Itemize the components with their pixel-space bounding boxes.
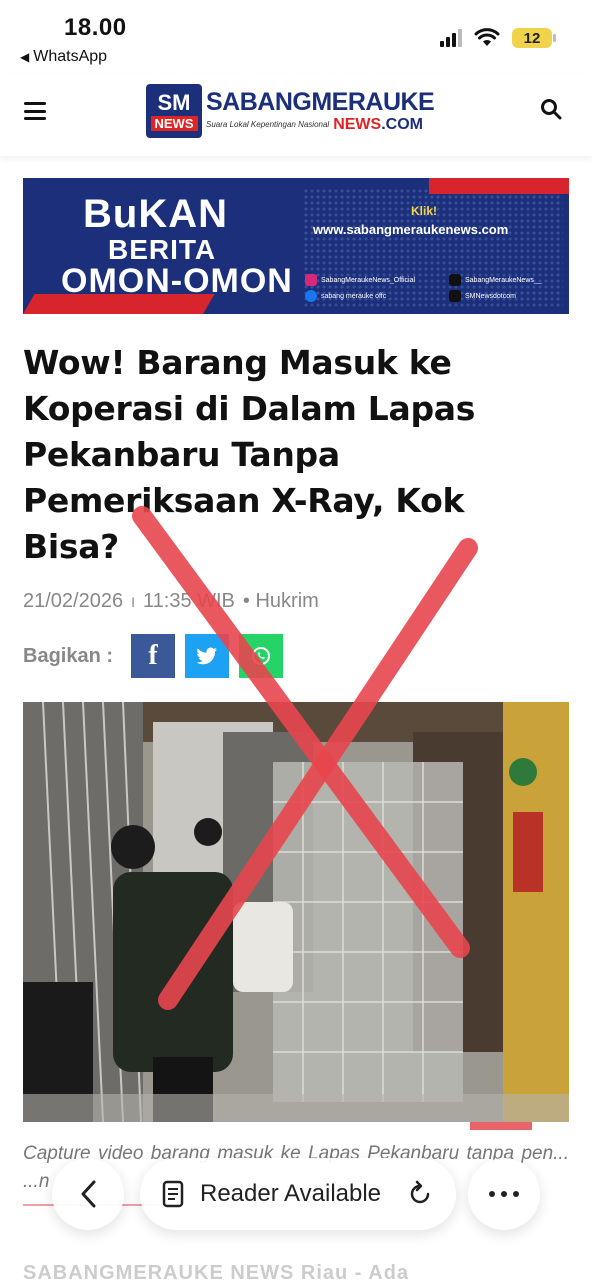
- share-facebook-button[interactable]: f: [131, 634, 175, 678]
- photo-accent-bar: [470, 1122, 532, 1130]
- facebook-icon: f: [148, 640, 158, 671]
- banner-line-3: OMON-OMON: [61, 262, 293, 300]
- share-bar: Bagikan : f: [23, 634, 283, 678]
- more-icon: [489, 1191, 519, 1197]
- article-category[interactable]: • Hukrim: [243, 590, 319, 613]
- banner-klik: Klik!: [411, 204, 438, 218]
- article-headline: Wow! Barang Masuk ke Koperasi di Dalam L…: [23, 343, 476, 566]
- reader-label: Reader Available: [200, 1180, 382, 1207]
- reader-icon: [162, 1180, 184, 1208]
- banner-instagram-label: SabangMeraukeNews_Official: [321, 276, 416, 284]
- chevron-left-icon: [81, 1180, 96, 1208]
- instagram-icon: [305, 274, 317, 286]
- share-whatsapp-button[interactable]: [239, 634, 283, 678]
- status-time: 18.00: [64, 14, 127, 41]
- back-app-label: WhatsApp: [33, 48, 108, 65]
- share-twitter-button[interactable]: [185, 634, 229, 678]
- wifi-icon: [474, 28, 500, 46]
- more-button[interactable]: [468, 1158, 540, 1230]
- banner-instagram: SabangMeraukeNews_Official: [305, 274, 415, 286]
- browser-toolbar: Reader Available: [0, 1150, 592, 1240]
- banner-x: SMNewsdotcom: [449, 290, 516, 302]
- logo-tagline: Suara Lokal Kepentingan Nasional: [206, 120, 330, 129]
- logo-badge: SM NEWS: [146, 84, 202, 138]
- article-date: 21/02/2026: [23, 590, 124, 612]
- logo-domain-part1: NEWS: [333, 115, 382, 133]
- site-header: SM NEWS SABANGMERAUKE Suara Lokal Kepent…: [0, 74, 592, 156]
- twitter-icon: [196, 647, 217, 665]
- reload-icon[interactable]: [406, 1180, 434, 1208]
- banner-facebook-label: sabang merauke offc: [321, 292, 387, 300]
- banner-x-label: SMNewsdotcom: [465, 292, 516, 300]
- hamburger-icon[interactable]: [24, 102, 46, 120]
- logo-badge-bottom: NEWS: [150, 115, 198, 131]
- reader-available-pill[interactable]: Reader Available: [140, 1158, 456, 1230]
- banner-tiktok-label: SabangMeraukeNews__: [465, 276, 542, 284]
- back-to-app-link[interactable]: ◀ WhatsApp: [20, 48, 107, 66]
- battery-indicator: 12: [512, 28, 556, 48]
- logo-name: SABANGMERAUKE: [206, 87, 435, 116]
- banner-red-stripe-top: [429, 178, 569, 194]
- banner-facebook: sabang merauke offc: [305, 290, 386, 302]
- share-label: Bagikan :: [23, 644, 114, 667]
- promo-banner[interactable]: BuKAN BERITA OMON-OMON Klik! www.sabangm…: [23, 178, 569, 314]
- facebook-icon: [305, 290, 317, 302]
- banner-line-1: BuKAN: [83, 192, 228, 236]
- site-logo[interactable]: SM NEWS SABANGMERAUKE Suara Lokal Kepent…: [146, 84, 435, 138]
- banner-tiktok: SabangMeraukeNews__: [449, 274, 542, 286]
- article-meta: 21/02/2026 I 11:35 WIB • Hukrim: [23, 590, 319, 613]
- search-icon[interactable]: [540, 98, 562, 120]
- back-triangle-icon: ◀: [20, 50, 30, 64]
- whatsapp-icon: [252, 647, 270, 665]
- status-indicators: 12: [440, 28, 556, 48]
- article-photo[interactable]: [23, 702, 569, 1122]
- article-body-start: SABANGMERAUKE NEWS Riau - Ada: [23, 1262, 410, 1280]
- tiktok-icon: [449, 274, 461, 286]
- x-icon: [449, 290, 461, 302]
- banner-url: www.sabangmeraukenews.com: [313, 222, 509, 237]
- article-time: 11:35 WIB: [143, 590, 235, 612]
- cellular-signal-icon: [440, 29, 462, 47]
- back-button[interactable]: [52, 1158, 124, 1230]
- status-bar: 18.00 ◀ WhatsApp 12: [0, 0, 592, 74]
- logo-domain-part2: .COM: [381, 115, 423, 133]
- logo-badge-top: SM: [157, 89, 191, 115]
- meta-separator: I: [131, 593, 135, 610]
